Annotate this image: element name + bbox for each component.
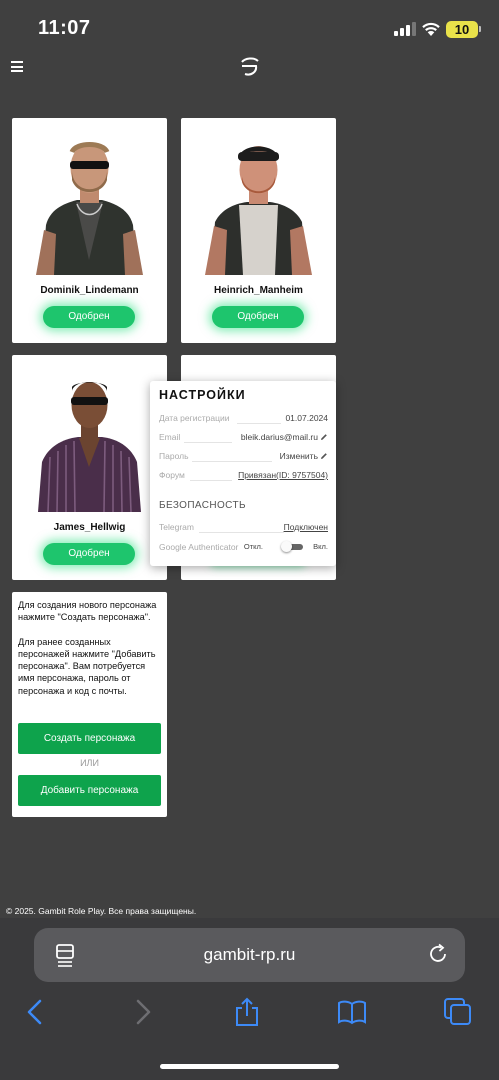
registration-date-value: 01.07.2024 — [285, 413, 328, 423]
character-avatar — [38, 382, 141, 512]
google-authenticator-label: Google Authenticator — [159, 542, 239, 552]
battery-tip — [479, 26, 481, 32]
settings-row-forum: Форум Привязан(ID: 9757504) — [159, 468, 328, 482]
settings-row-registration-date: Дата регистрации 01.07.2024 — [159, 411, 328, 425]
settings-popup: НАСТРОЙКИ Дата регистрации 01.07.2024 Em… — [150, 381, 336, 566]
security-section-title: БЕЗОПАСНОСТЬ — [159, 500, 246, 511]
wifi-icon — [422, 22, 440, 36]
cellular-signal-icon — [394, 22, 416, 36]
battery-indicator: 10 — [446, 21, 478, 38]
telegram-status-link[interactable]: Подключен — [284, 522, 328, 532]
character-name: James_Hellwig — [53, 522, 126, 533]
or-label: ИЛИ — [80, 758, 99, 768]
character-info-card: Для создания нового персонажа нажмите "С… — [12, 592, 167, 817]
forum-link[interactable]: Привязан(ID: 9757504) — [238, 470, 328, 480]
settings-title: НАСТРОЙКИ — [159, 388, 246, 402]
create-character-button[interactable]: Создать персонажа — [18, 723, 161, 754]
reload-icon[interactable] — [427, 943, 449, 965]
status-bar: 11:07 10 — [0, 0, 499, 58]
share-icon[interactable] — [232, 997, 262, 1027]
forum-label: Форум — [159, 470, 185, 480]
google-authenticator-toggle[interactable] — [281, 541, 303, 552]
character-status-button[interactable]: Одобрен — [212, 306, 304, 328]
character-status-button[interactable]: Одобрен — [43, 543, 135, 565]
email-label: Email — [159, 432, 181, 442]
settings-row-google-authenticator: Google Authenticator Откл. Вкл. — [159, 540, 328, 554]
bookmarks-icon[interactable] — [337, 997, 367, 1027]
change-password-link[interactable]: Изменить — [280, 451, 318, 461]
copyright-text: © 2025. Gambit Role Play. Все права защи… — [6, 906, 197, 916]
character-status-button[interactable]: Одобрен — [43, 306, 135, 328]
toggle-off-label: Откл. — [243, 542, 263, 551]
character-name: Dominik_Lindemann — [40, 285, 139, 296]
forward-arrow-icon[interactable] — [128, 997, 158, 1027]
telegram-label: Telegram — [159, 522, 194, 532]
password-label: Пароль — [159, 451, 189, 461]
email-value: bleik.darius@mail.ru — [240, 432, 318, 442]
info-text: Для создания нового персонажа нажмите "С… — [18, 599, 164, 709]
character-card[interactable]: Heinrich_Manheim Одобрен — [181, 118, 336, 343]
character-name: Heinrich_Manheim — [214, 285, 303, 296]
settings-row-password: Пароль Изменить — [159, 449, 328, 463]
tabs-icon[interactable] — [443, 997, 473, 1027]
edit-pencil-icon[interactable] — [320, 433, 328, 441]
character-card[interactable]: James_Hellwig Одобрен — [12, 355, 167, 580]
edit-pencil-icon[interactable] — [320, 452, 328, 460]
settings-row-telegram: Telegram Подключен — [159, 520, 328, 534]
registration-date-label: Дата регистрации — [159, 413, 230, 423]
character-avatar — [36, 142, 143, 275]
hamburger-menu-icon[interactable] — [11, 61, 23, 72]
character-avatar — [205, 146, 312, 275]
gambit-logo[interactable] — [239, 57, 261, 77]
status-time: 11:07 — [38, 17, 91, 39]
info-paragraph-create: Для создания нового персонажа нажмите "С… — [18, 600, 157, 623]
back-arrow-icon[interactable] — [20, 997, 50, 1027]
character-card[interactable]: Dominik_Lindemann Одобрен — [12, 118, 167, 343]
toggle-on-label: Вкл. — [313, 542, 328, 551]
home-indicator — [160, 1064, 339, 1069]
settings-row-email: Email bleik.darius@mail.ru — [159, 430, 328, 444]
add-character-button[interactable]: Добавить персонажа — [18, 775, 161, 806]
url-text[interactable]: gambit-rp.ru — [34, 928, 465, 982]
address-bar[interactable]: gambit-rp.ru — [34, 928, 465, 982]
info-paragraph-add: Для ранее созданных персонажей нажмите "… — [18, 636, 156, 696]
